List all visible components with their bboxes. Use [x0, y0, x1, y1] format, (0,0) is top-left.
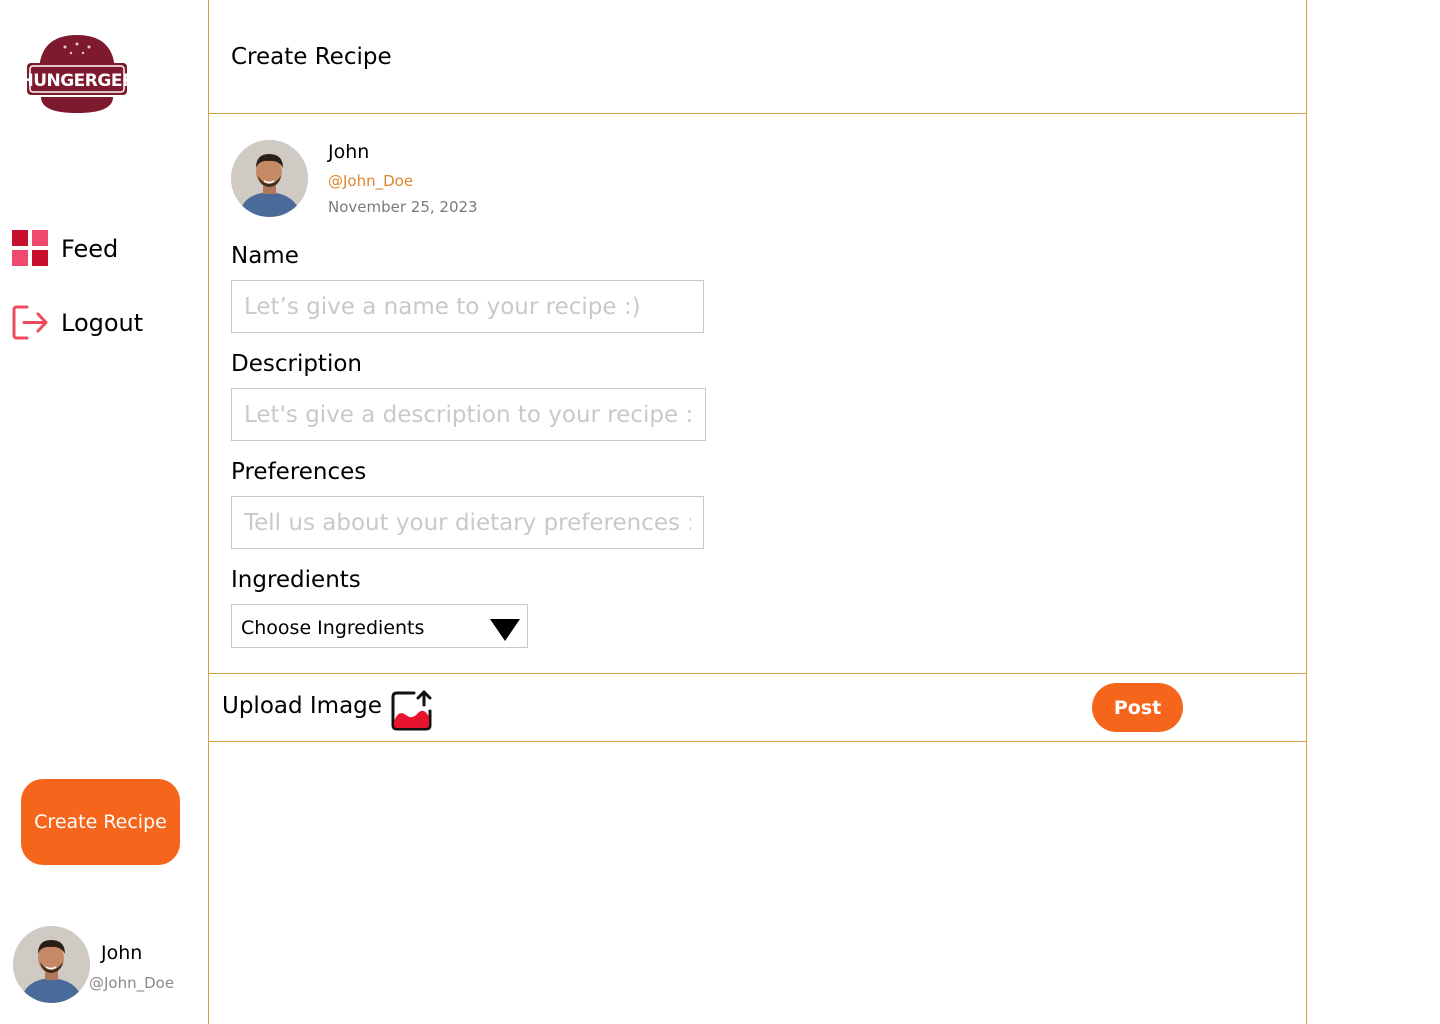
author-handle: @John_Doe — [328, 172, 414, 190]
footer-divider — [208, 741, 1307, 742]
grid-icon — [12, 230, 49, 267]
dietary-preferences-input[interactable] — [231, 496, 704, 549]
name-label: Name — [231, 243, 299, 269]
main-left-border — [208, 0, 209, 1024]
sidebar-user-card[interactable]: John @John_Doe — [13, 926, 193, 1004]
create-recipe-button[interactable]: Create Recipe — [21, 779, 180, 865]
sidebar-item-logout[interactable]: Logout — [12, 304, 143, 341]
sidebar-user-handle: @John_Doe — [89, 974, 175, 992]
brand-logo[interactable]: HUNGERGER — [19, 33, 135, 115]
author-name: John — [328, 141, 370, 163]
post-button[interactable]: Post — [1092, 683, 1183, 732]
preferences-label: Preferences — [231, 459, 367, 485]
dropdown-triangle-icon — [490, 619, 520, 646]
ingredients-select[interactable]: Choose Ingredients — [231, 604, 528, 648]
logout-icon — [12, 304, 49, 341]
recipe-description-input[interactable] — [231, 388, 706, 441]
logo-text: HUNGERGER — [27, 71, 127, 91]
header-divider — [208, 113, 1307, 114]
page-title: Create Recipe — [231, 44, 392, 70]
sidebar-item-label: Logout — [61, 308, 144, 337]
post-date: November 25, 2023 — [328, 198, 478, 216]
description-label: Description — [231, 351, 362, 377]
upload-image-label: Upload Image — [222, 693, 382, 719]
form-divider — [208, 673, 1307, 674]
sidebar-item-label: Feed — [61, 234, 119, 263]
avatar — [13, 926, 90, 1003]
avatar — [231, 140, 308, 217]
main-right-border — [1306, 0, 1307, 1024]
sidebar-item-feed[interactable]: Feed — [12, 230, 118, 267]
image-upload-icon[interactable] — [390, 689, 435, 732]
ingredients-label: Ingredients — [231, 567, 361, 593]
recipe-name-input[interactable] — [231, 280, 704, 333]
ingredients-select-value: Choose Ingredients — [241, 617, 425, 639]
sidebar-user-name: John — [101, 942, 143, 964]
